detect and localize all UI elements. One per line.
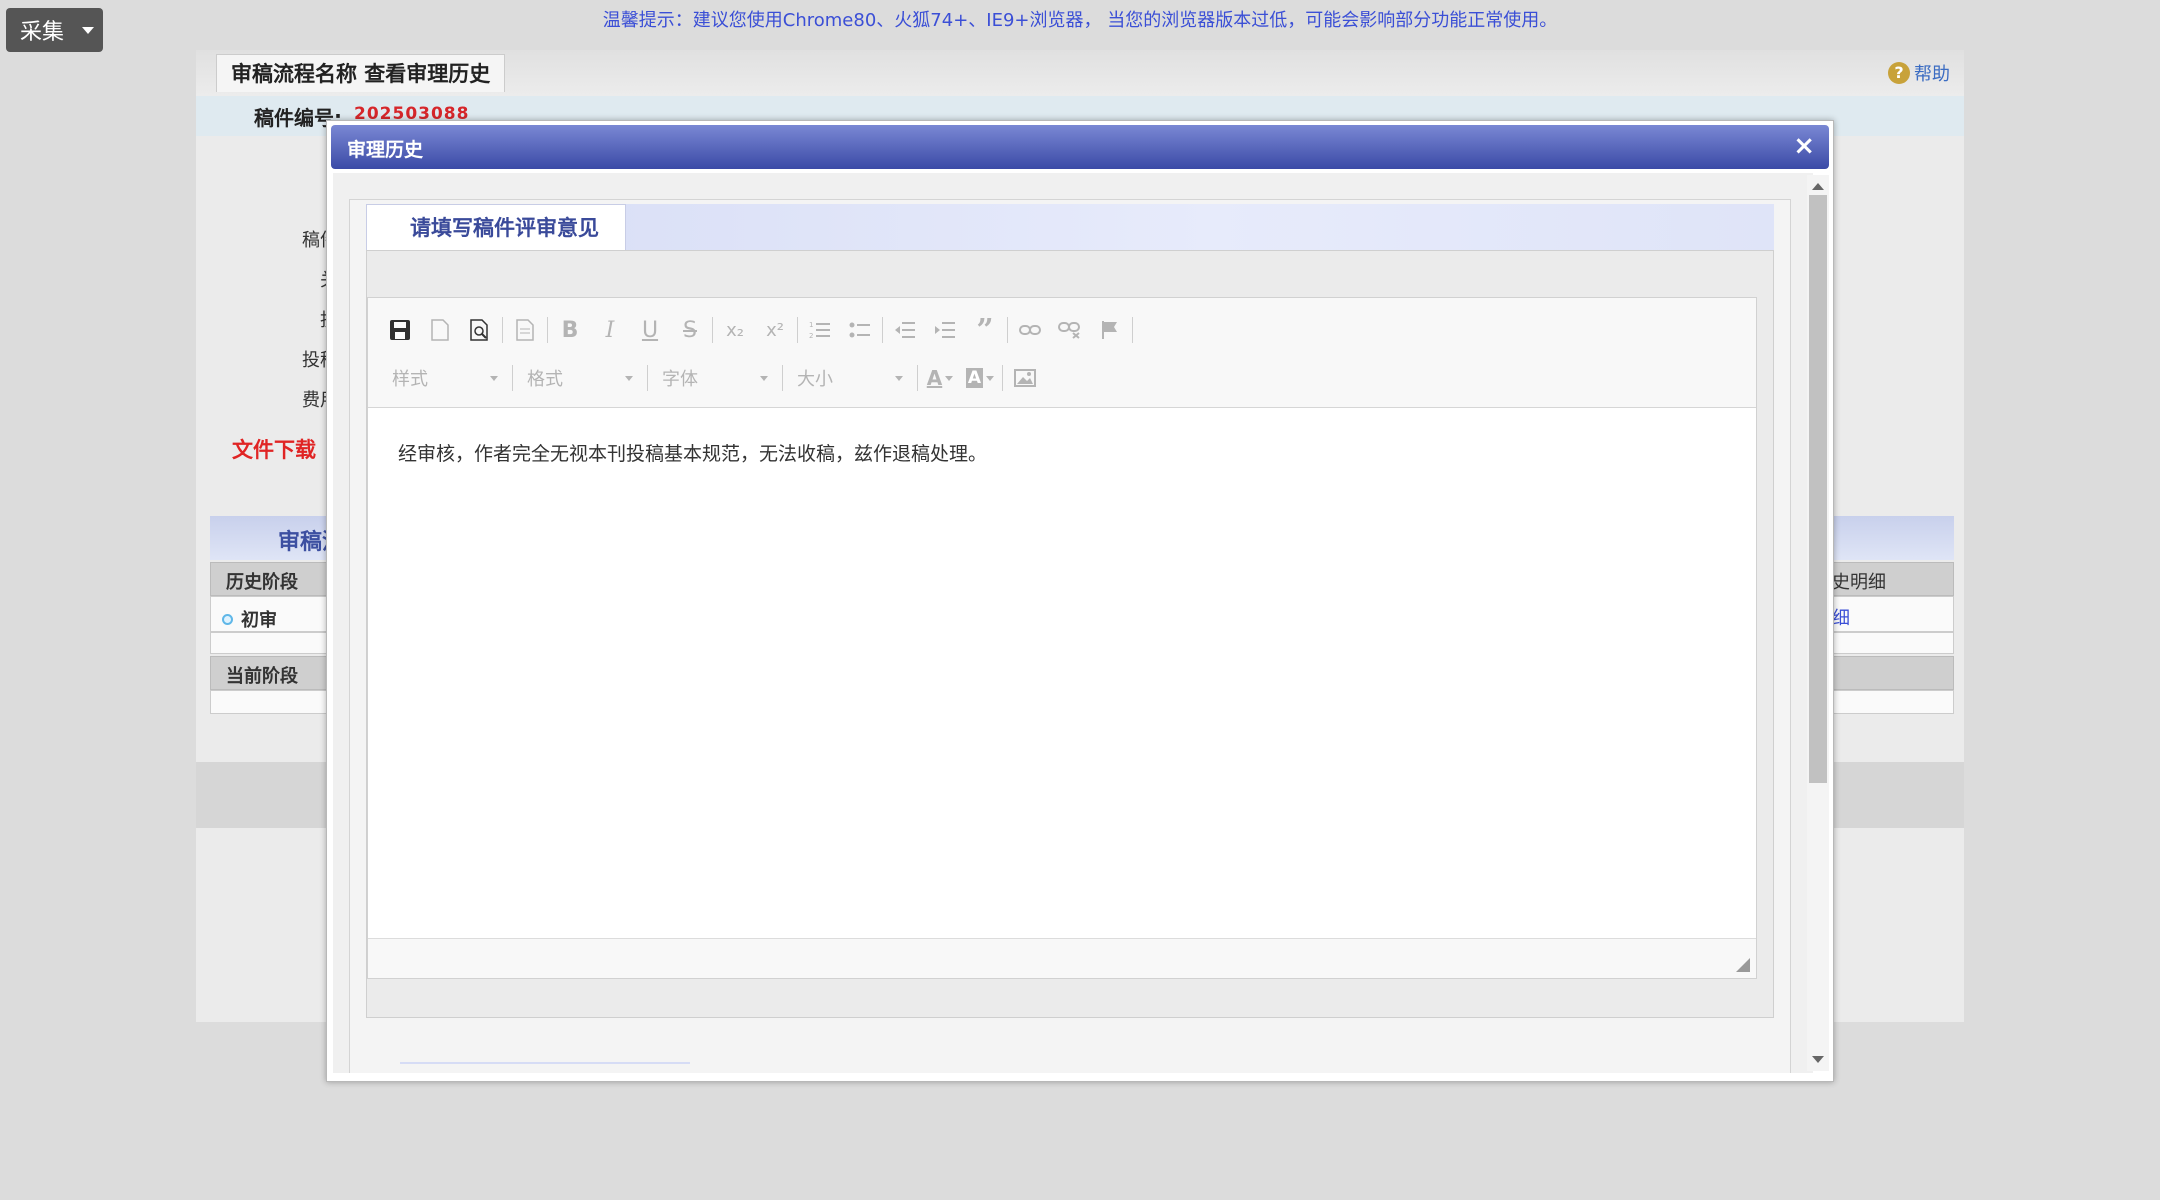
- toolbar-separator: [797, 317, 798, 343]
- file-download-link[interactable]: 文件下载: [232, 434, 316, 464]
- editor-toolbar: B I U S x₂ x² 12 ” 样式 格式 字体 大小 A A: [368, 298, 1756, 408]
- chevron-down-icon: [895, 375, 903, 381]
- bullet-icon: [222, 613, 233, 625]
- scroll-down-icon[interactable]: [1812, 1056, 1824, 1063]
- history-stage-header: 历史阶段: [226, 572, 298, 593]
- superscript-icon[interactable]: x²: [755, 312, 795, 348]
- help-label: 帮助: [1914, 64, 1950, 85]
- help-icon: ?: [1888, 62, 1910, 84]
- review-history-dialog: 审理历史 × 请填写稿件评审意见 B I U S x₂ x² 1 2 ” 样式 …: [326, 120, 1834, 1082]
- dialog-scrollbar[interactable]: [1807, 175, 1829, 1071]
- background-color-icon: A: [965, 368, 984, 388]
- collect-dropdown-button[interactable]: 采集: [6, 8, 103, 52]
- toolbar-separator: [1132, 317, 1133, 343]
- scroll-thumb[interactable]: [1809, 195, 1827, 783]
- chevron-down-icon: [82, 26, 95, 34]
- strikethrough-icon[interactable]: S: [670, 312, 710, 348]
- chevron-down-icon: [625, 375, 633, 381]
- history-detail-link[interactable]: 细: [1832, 604, 1850, 630]
- toolbar-separator: [782, 365, 783, 391]
- font-select-label: 字体: [662, 369, 698, 390]
- review-opinion-panel: 请填写稿件评审意见 B I U S x₂ x² 1 2 ” 样式 格式 字体 大…: [349, 199, 1791, 1073]
- toolbar-separator: [547, 317, 548, 343]
- new-page-icon[interactable]: [420, 312, 460, 348]
- dialog-titlebar[interactable]: 审理历史 ×: [331, 125, 1829, 169]
- style-select[interactable]: 样式: [380, 360, 510, 396]
- indent-icon[interactable]: [925, 312, 965, 348]
- toolbar-separator: [1007, 317, 1008, 343]
- italic-icon[interactable]: I: [590, 312, 630, 348]
- size-select-label: 大小: [797, 369, 833, 390]
- chevron-down-icon: [986, 375, 995, 381]
- text-color-button[interactable]: A: [920, 360, 960, 396]
- numbered-list-icon[interactable]: 12: [800, 312, 840, 348]
- resize-grip-icon[interactable]: [1736, 958, 1750, 972]
- toolbar-row-1: B I U S x₂ x² 12 ”: [380, 312, 1135, 348]
- background-color-button[interactable]: A: [960, 360, 1000, 396]
- editor-footer: [368, 938, 1756, 978]
- toolbar-separator: [917, 365, 918, 391]
- dialog-title: 审理历史: [347, 139, 424, 161]
- chevron-down-icon: [760, 375, 768, 381]
- toolbar-separator: [1002, 365, 1003, 391]
- stage-name: 初审: [241, 610, 277, 631]
- close-icon[interactable]: ×: [1793, 131, 1815, 161]
- scroll-up-icon[interactable]: [1812, 183, 1824, 190]
- size-select[interactable]: 大小: [785, 360, 915, 396]
- toolbar-row-2: 样式 格式 字体 大小 A A: [380, 360, 1045, 396]
- outdent-icon[interactable]: [885, 312, 925, 348]
- next-panel-edge: [400, 1062, 690, 1064]
- toolbar-separator: [512, 365, 513, 391]
- chevron-down-icon: [945, 375, 954, 381]
- image-icon[interactable]: [1005, 360, 1045, 396]
- svg-text:2: 2: [809, 332, 813, 340]
- toolbar-separator: [502, 317, 503, 343]
- format-select-label: 格式: [527, 369, 563, 390]
- unlink-icon[interactable]: [1050, 312, 1090, 348]
- editor-wrapper: B I U S x₂ x² 12 ” 样式 格式 字体 大小 A A 经审核，作…: [366, 250, 1774, 1018]
- toolbar-separator: [712, 317, 713, 343]
- help-link[interactable]: ? 帮助: [1888, 60, 1950, 86]
- stage-item: 初审: [222, 606, 277, 632]
- rich-text-editor: B I U S x₂ x² 12 ” 样式 格式 字体 大小 A A 经审核，作…: [367, 297, 1757, 979]
- chevron-down-icon: [490, 375, 498, 381]
- page-tab[interactable]: 审稿流程名称 查看审理历史: [216, 54, 506, 92]
- style-select-label: 样式: [392, 369, 428, 390]
- dialog-body: 请填写稿件评审意见 B I U S x₂ x² 1 2 ” 样式 格式 字体 大…: [333, 173, 1813, 1073]
- preview-icon[interactable]: [460, 312, 500, 348]
- blockquote-icon[interactable]: ”: [965, 312, 1005, 348]
- browser-notice: 温馨提示：建议您使用Chrome80、火狐74+、IE9+浏览器， 当您的浏览器…: [602, 10, 1558, 31]
- templates-icon[interactable]: [505, 312, 545, 348]
- save-icon[interactable]: [380, 312, 420, 348]
- toolbar-separator: [882, 317, 883, 343]
- editor-content[interactable]: 经审核，作者完全无视本刊投稿基本规范，无法收稿，兹作退稿处理。: [368, 409, 1756, 929]
- text-color-icon: A: [926, 366, 943, 390]
- toolbar-separator: [647, 365, 648, 391]
- panel-title: 请填写稿件评审意见: [410, 216, 599, 240]
- history-detail-header: 史明细: [1832, 572, 1886, 593]
- underline-icon[interactable]: U: [630, 312, 670, 348]
- format-select[interactable]: 格式: [515, 360, 645, 396]
- link-icon[interactable]: [1010, 312, 1050, 348]
- font-select[interactable]: 字体: [650, 360, 780, 396]
- collect-label: 采集: [20, 20, 65, 45]
- bulleted-list-icon[interactable]: [840, 312, 880, 348]
- bold-icon[interactable]: B: [550, 312, 590, 348]
- anchor-flag-icon[interactable]: [1090, 312, 1130, 348]
- svg-text:1: 1: [809, 321, 813, 329]
- subscript-icon[interactable]: x₂: [715, 312, 755, 348]
- current-stage-header: 当前阶段: [226, 666, 298, 687]
